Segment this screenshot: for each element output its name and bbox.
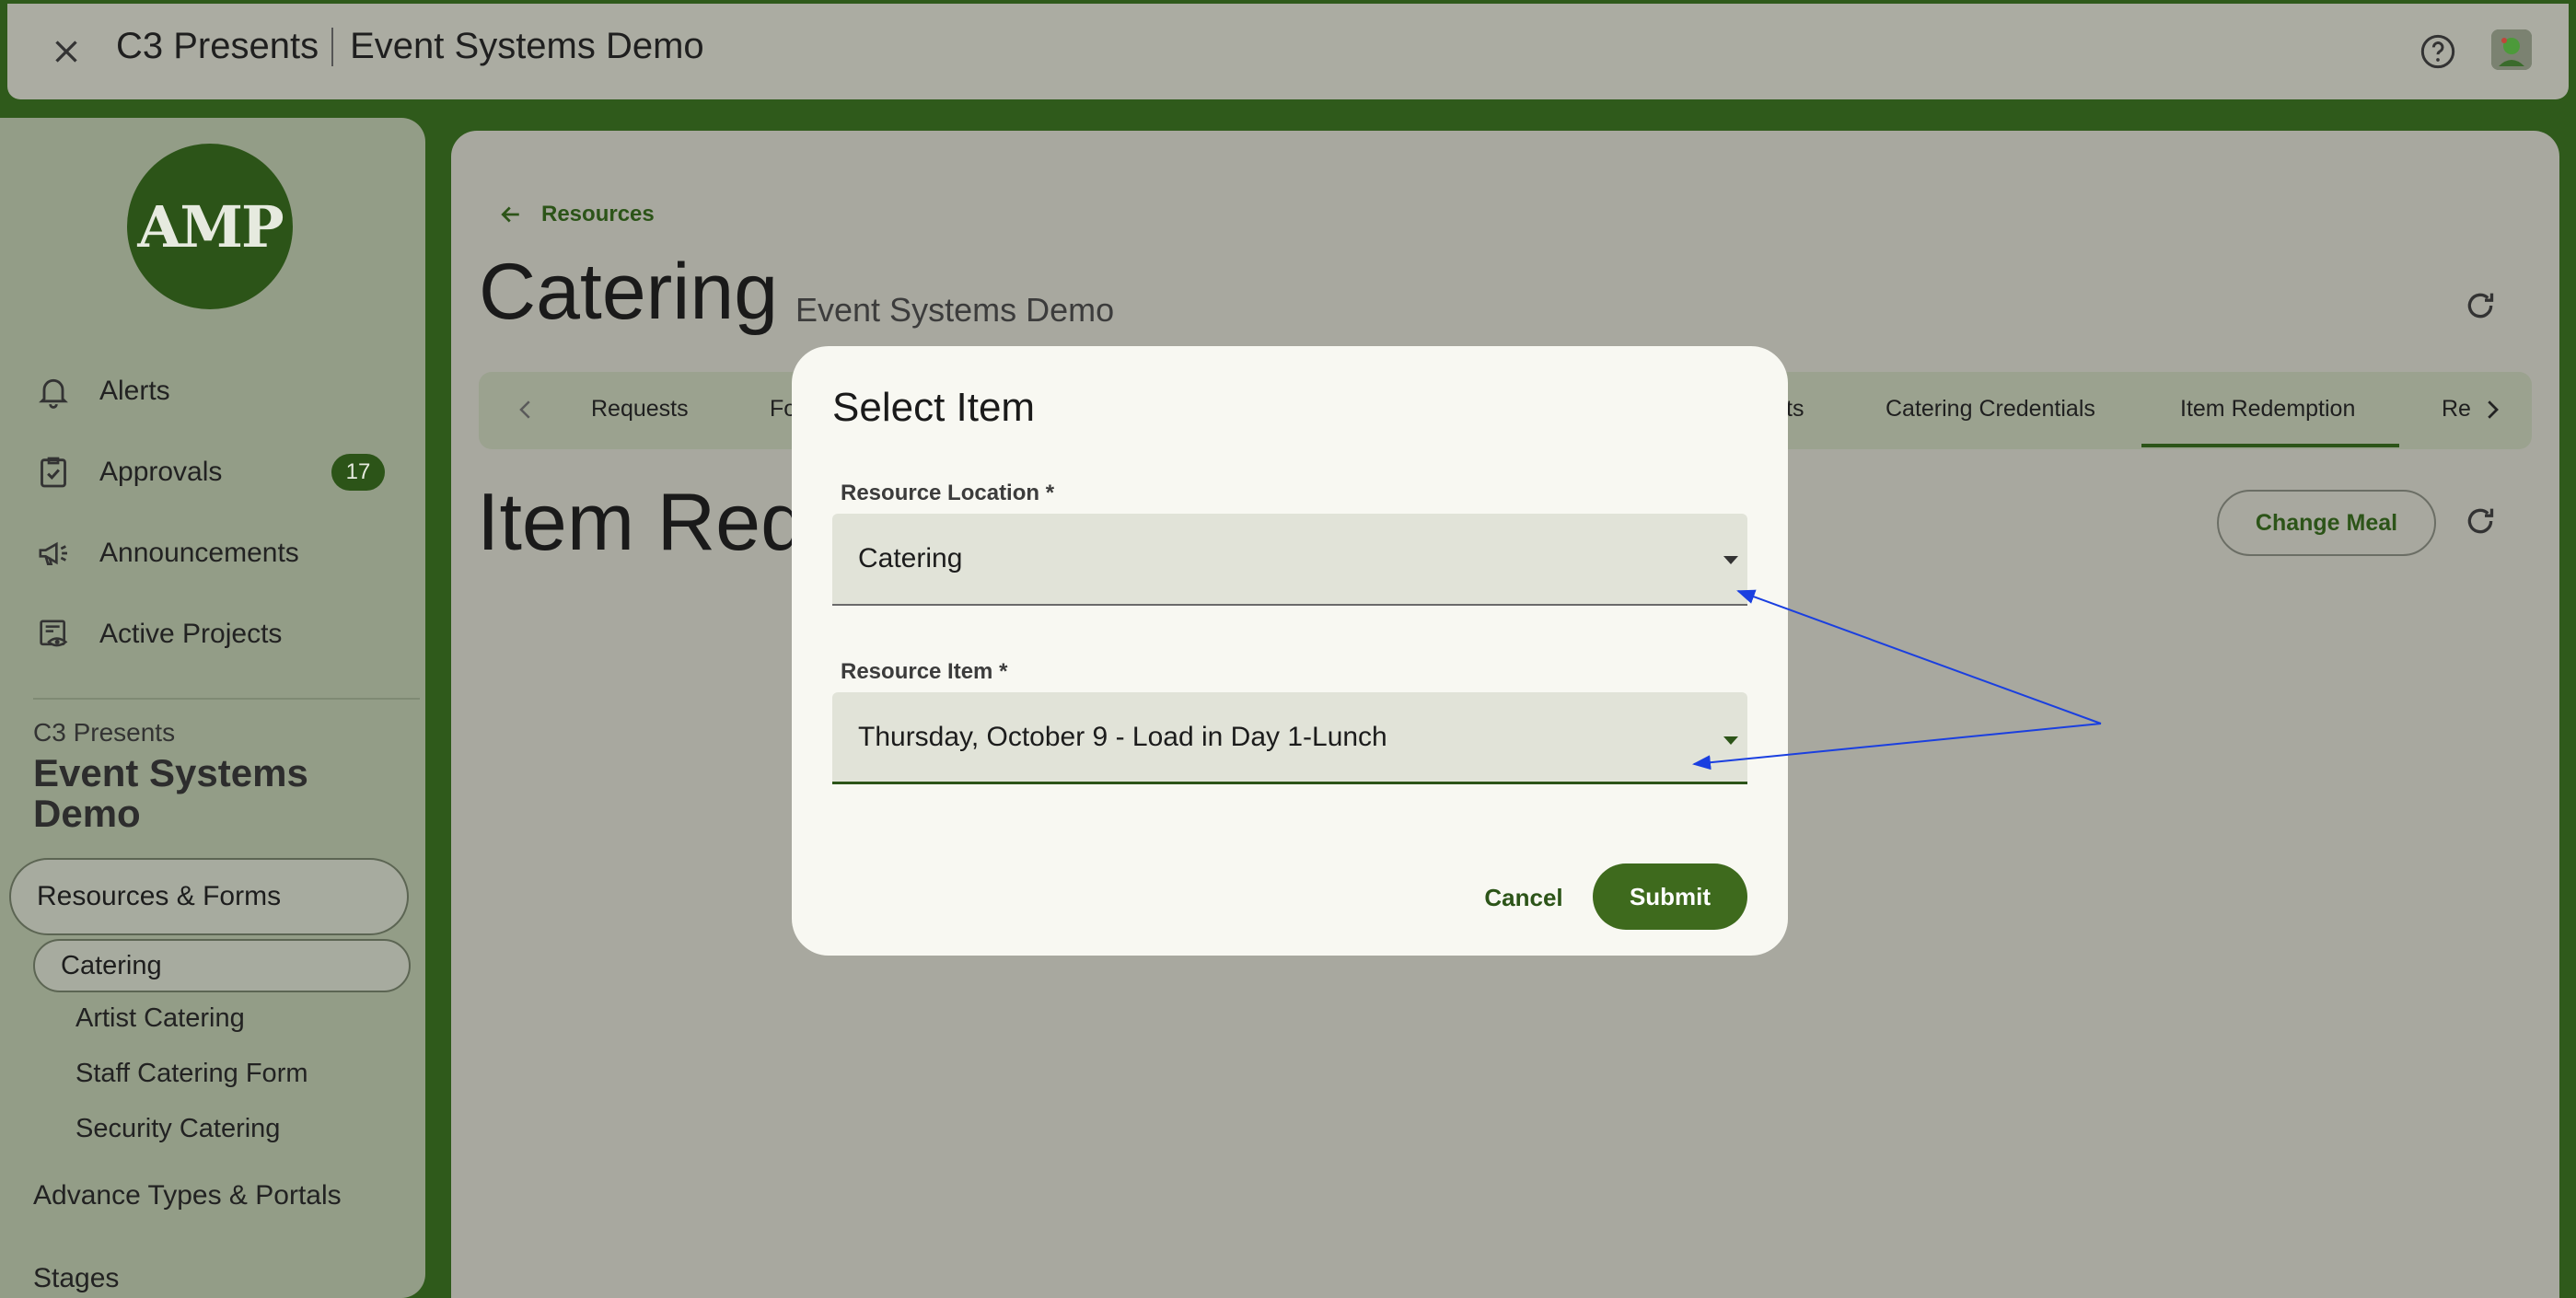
arrow-left-icon (501, 206, 519, 223)
avatar[interactable] (2491, 29, 2532, 70)
sidebar-item-label: Active Projects (99, 619, 283, 649)
user-avatar-icon (2491, 29, 2532, 70)
resource-location-select[interactable]: Catering (832, 514, 1747, 606)
change-meal-button[interactable]: Change Meal (2217, 490, 2436, 556)
sidebar-item-announcements[interactable]: Announcements (35, 521, 299, 585)
resource-location-value: Catering (858, 543, 963, 574)
sidebar-item-advance-types[interactable]: Advance Types & Portals (33, 1180, 342, 1211)
sidebar-item-active-projects[interactable]: Active Projects (35, 602, 282, 666)
tab-partial[interactable]: ts (1786, 396, 1804, 423)
page-title: Catering (479, 248, 779, 336)
submit-button[interactable]: Submit (1593, 863, 1747, 930)
sidebar-subitem-security-catering[interactable]: Security Catering (75, 1114, 280, 1144)
megaphone-icon (39, 541, 67, 565)
clipboard-check-icon (41, 457, 66, 488)
resource-item-value: Thursday, October 9 - Load in Day 1-Lunc… (858, 721, 1387, 752)
resource-item-label: Resource Item * (841, 659, 1008, 684)
resource-item-select[interactable]: Thursday, October 9 - Load in Day 1-Lunc… (832, 692, 1747, 784)
resource-location-label: Resource Location * (841, 481, 1055, 505)
section-title: Item Red (477, 476, 806, 567)
dialog-title: Select Item (832, 385, 1036, 430)
sidebar-project-label: Event Systems Demo (33, 751, 308, 835)
amp-logo[interactable]: AMP (127, 144, 293, 309)
sidebar-org-label: C3 Presents (33, 718, 176, 747)
sidebar-divider (33, 698, 420, 700)
help-circle-icon[interactable] (2419, 33, 2456, 70)
approvals-count-badge: 17 (331, 454, 385, 491)
sidebar-item-label: Alerts (99, 376, 170, 406)
title-separator (331, 27, 334, 66)
tab-more[interactable]: Re (2442, 396, 2471, 423)
bell-icon (39, 378, 68, 409)
chevron-left-icon[interactable] (512, 396, 540, 423)
back-to-resources-link[interactable]: Resources (497, 201, 655, 228)
sidebar-item-label: Resources & Forms (37, 881, 282, 911)
tab-catering-credentials[interactable]: Catering Credentials (1886, 396, 2095, 423)
page-subtitle: Event Systems Demo (795, 291, 1115, 329)
refresh-icon[interactable] (2462, 503, 2499, 539)
project-name: Event Systems Demo (350, 26, 704, 66)
sidebar-subitem-catering[interactable]: Catering (33, 939, 411, 992)
sidebar-item-stages[interactable]: Stages (33, 1263, 119, 1294)
caret-down-icon[interactable] (1723, 736, 1738, 745)
tab-requests[interactable]: Requests (591, 396, 689, 423)
app-title: C3 Presents Event Systems Demo (116, 26, 704, 67)
org-name: C3 Presents (116, 26, 319, 66)
refresh-icon[interactable] (2462, 287, 2499, 324)
sidebar-item-alerts[interactable]: Alerts (35, 359, 170, 423)
chevron-right-icon[interactable] (2478, 396, 2506, 423)
caret-down-icon[interactable] (1723, 556, 1738, 564)
sidebar-subitem-artist-catering[interactable]: Artist Catering (75, 1003, 245, 1034)
sidebar-item-label: Approvals (99, 457, 223, 487)
close-icon[interactable] (50, 35, 83, 68)
active-tab-indicator (2141, 444, 2399, 447)
sidebar-item-resources-forms[interactable]: Resources & Forms (9, 858, 409, 935)
sidebar-subitem-staff-catering-form[interactable]: Staff Catering Form (75, 1059, 308, 1089)
project-eye-icon (40, 620, 68, 647)
sidebar-item-label: Announcements (99, 538, 299, 568)
sidebar-item-label: Catering (61, 950, 162, 980)
cancel-button[interactable]: Cancel (1473, 865, 1574, 930)
sidebar-item-approvals[interactable]: Approvals (35, 440, 222, 504)
tab-item-redemption[interactable]: Item Redemption (2180, 396, 2355, 423)
back-label: Resources (541, 202, 655, 226)
logo-text: AMP (137, 192, 284, 261)
